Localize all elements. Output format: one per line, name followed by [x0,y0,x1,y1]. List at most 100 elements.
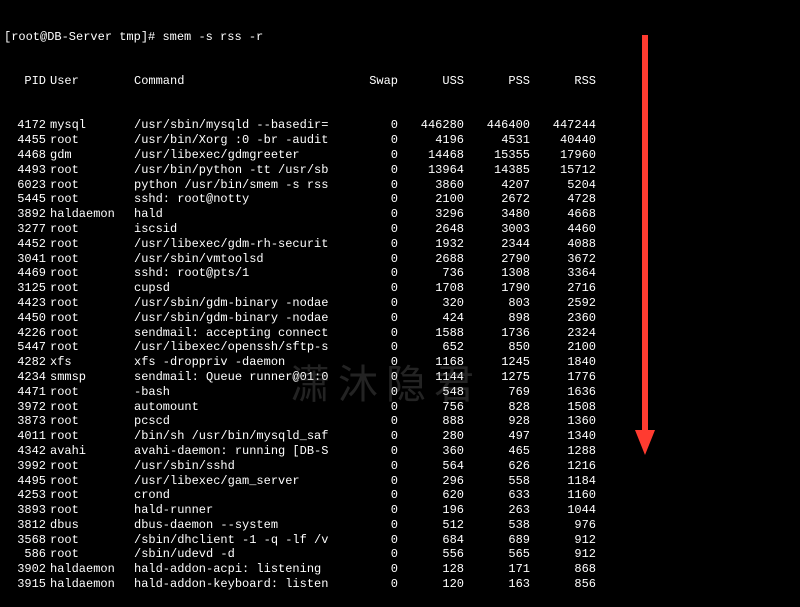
header-swap: Swap [346,74,402,89]
swap-cell: 0 [346,148,402,163]
pss-cell: 465 [468,444,534,459]
uss-cell: 556 [402,547,468,562]
table-row: 3915haldaemonhald-addon-keyboard: listen… [4,577,796,592]
rss-cell: 40440 [534,133,600,148]
user-cell: root [50,192,134,207]
command-cell: cupsd [134,281,346,296]
swap-cell: 0 [346,207,402,222]
swap-cell: 0 [346,429,402,444]
uss-cell: 14468 [402,148,468,163]
pss-cell: 803 [468,296,534,311]
swap-cell: 0 [346,503,402,518]
pid-cell: 3902 [4,562,50,577]
uss-cell: 3296 [402,207,468,222]
pid-cell: 3041 [4,252,50,267]
pid-cell: 5445 [4,192,50,207]
header-pid: PID [4,74,50,89]
pss-cell: 928 [468,414,534,429]
user-cell: root [50,178,134,193]
command-cell: /bin/sh /usr/bin/mysqld_saf [134,429,346,444]
pid-cell: 3812 [4,518,50,533]
command-cell: xfs -droppriv -daemon [134,355,346,370]
user-cell: mysql [50,118,134,133]
command-cell: hald-addon-acpi: listening [134,562,346,577]
pss-cell: 15355 [468,148,534,163]
header-pss: PSS [468,74,534,89]
user-cell: root [50,414,134,429]
rss-cell: 2324 [534,326,600,341]
pid-cell: 3277 [4,222,50,237]
swap-cell: 0 [346,118,402,133]
pid-cell: 4423 [4,296,50,311]
table-row: 4471root-bash05487691636 [4,385,796,400]
user-cell: haldaemon [50,207,134,222]
table-row: 4234smmspsendmail: Queue runner@01:00114… [4,370,796,385]
command-cell: hald-addon-keyboard: listen [134,577,346,592]
pss-cell: 3003 [468,222,534,237]
pss-cell: 689 [468,533,534,548]
user-cell: root [50,281,134,296]
pid-cell: 3915 [4,577,50,592]
uss-cell: 1144 [402,370,468,385]
user-cell: root [50,385,134,400]
command-cell: /usr/libexec/gam_server [134,474,346,489]
rss-cell: 1216 [534,459,600,474]
swap-cell: 0 [346,474,402,489]
swap-cell: 0 [346,533,402,548]
uss-cell: 564 [402,459,468,474]
table-row: 3972rootautomount07568281508 [4,400,796,415]
user-cell: root [50,326,134,341]
command-cell: sshd: root@pts/1 [134,266,346,281]
rss-cell: 1288 [534,444,600,459]
command-cell: -bash [134,385,346,400]
table-row: 3902haldaemonhald-addon-acpi: listening0… [4,562,796,577]
pss-cell: 1736 [468,326,534,341]
command-cell: /usr/bin/python -tt /usr/sb [134,163,346,178]
rss-cell: 2360 [534,311,600,326]
user-cell: root [50,474,134,489]
command-cell: /sbin/dhclient -1 -q -lf /v [134,533,346,548]
pss-cell: 2672 [468,192,534,207]
user-cell: root [50,547,134,562]
pid-cell: 4452 [4,237,50,252]
swap-cell: 0 [346,326,402,341]
uss-cell: 128 [402,562,468,577]
table-row: 6023rootpython /usr/bin/smem -s rss03860… [4,178,796,193]
pss-cell: 1245 [468,355,534,370]
pid-cell: 6023 [4,178,50,193]
command-cell: /usr/libexec/gdmgreeter [134,148,346,163]
pid-cell: 586 [4,547,50,562]
pid-cell: 4172 [4,118,50,133]
user-cell: dbus [50,518,134,533]
user-cell: root [50,237,134,252]
uss-cell: 360 [402,444,468,459]
pss-cell: 4531 [468,133,534,148]
swap-cell: 0 [346,222,402,237]
command-cell: sshd: root@notty [134,192,346,207]
swap-cell: 0 [346,459,402,474]
uss-cell: 1588 [402,326,468,341]
pid-cell: 3125 [4,281,50,296]
swap-cell: 0 [346,266,402,281]
pid-cell: 4469 [4,266,50,281]
rss-cell: 1160 [534,488,600,503]
uss-cell: 1708 [402,281,468,296]
user-cell: root [50,222,134,237]
swap-cell: 0 [346,488,402,503]
uss-cell: 296 [402,474,468,489]
table-row: 4468gdm/usr/libexec/gdmgreeter0144681535… [4,148,796,163]
table-row: 4282xfsxfs -droppriv -daemon011681245184… [4,355,796,370]
pss-cell: 769 [468,385,534,400]
pid-cell: 4495 [4,474,50,489]
rss-cell: 4460 [534,222,600,237]
pid-cell: 4493 [4,163,50,178]
command-cell: pcscd [134,414,346,429]
pid-cell: 4011 [4,429,50,444]
uss-cell: 2648 [402,222,468,237]
rss-cell: 976 [534,518,600,533]
pss-cell: 497 [468,429,534,444]
pid-cell: 3568 [4,533,50,548]
rss-cell: 1636 [534,385,600,400]
uss-cell: 2100 [402,192,468,207]
pss-cell: 898 [468,311,534,326]
